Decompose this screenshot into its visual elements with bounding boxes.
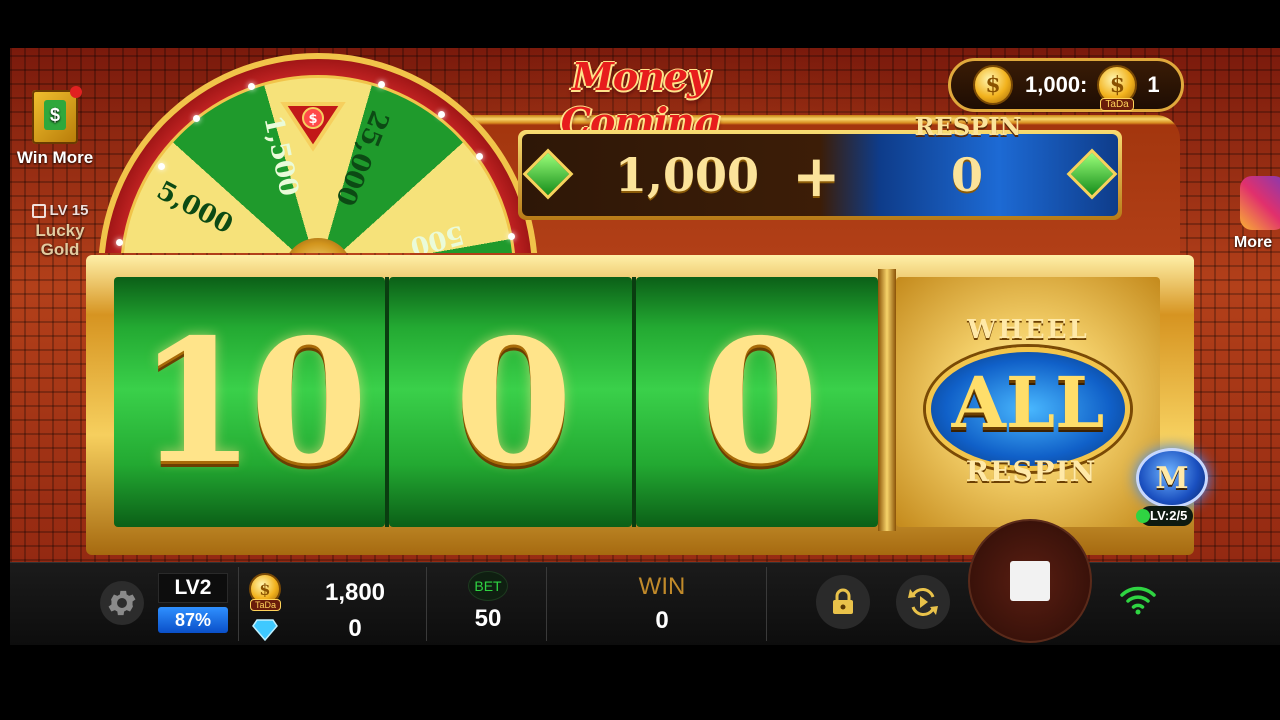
lock-button[interactable]	[816, 575, 870, 629]
balances: 1,800 0	[310, 575, 400, 647]
tada-tag: TaDa	[250, 599, 282, 611]
tada-coin-icon: $ TaDa	[1097, 65, 1138, 111]
game-title: Money Coming	[560, 54, 720, 144]
m-level-button[interactable]: M LV:2/5	[1132, 448, 1216, 532]
lucky-level: LV 15	[18, 202, 102, 219]
reels: 10 0 0	[114, 277, 879, 527]
tada-coin-icon: $ TaDa	[249, 573, 282, 611]
gem-icon	[522, 148, 574, 200]
respin-label: RESPIN	[914, 112, 1022, 141]
wheel-rim	[98, 53, 538, 253]
m-icon: M	[1136, 448, 1208, 508]
wheel-lamp	[116, 239, 123, 246]
diamond-icon	[252, 619, 278, 642]
coin-icon: $	[973, 65, 1013, 105]
tada-tag: TaDa	[1100, 98, 1134, 111]
lock-icon	[833, 588, 853, 614]
gem-icon	[1066, 148, 1118, 200]
lucky-gold-label: Lucky Gold	[35, 221, 85, 259]
wheel-lamp	[476, 153, 483, 160]
divider	[426, 567, 427, 641]
lock-icon	[31, 203, 46, 218]
win-label: WIN	[638, 573, 686, 600]
divider	[766, 567, 767, 641]
win-more-button[interactable]: Win More	[12, 86, 98, 168]
wheel-lamp	[248, 83, 255, 90]
bonus-bottom-text: RESPIN	[965, 455, 1097, 488]
player-level: LV2 87%	[158, 573, 228, 639]
bonus-main-text: ALL	[951, 361, 1105, 444]
gear-icon	[108, 590, 136, 616]
jackpot-count: 1	[1147, 72, 1160, 97]
jackpot-value: 1,000:	[1025, 72, 1088, 97]
wifi-icon	[1118, 583, 1158, 617]
settings-button[interactable]	[100, 581, 144, 625]
m-level-label: LV:2/5	[1135, 506, 1194, 526]
more-button[interactable]: More	[1226, 176, 1280, 252]
reel-2: 0	[389, 277, 636, 527]
respin-base-value: 1,000	[614, 148, 760, 202]
notification-dot	[70, 86, 82, 98]
level-progress: 87%	[158, 607, 228, 633]
wheel-pointer: $	[280, 100, 346, 152]
spin-stop-button[interactable]	[968, 519, 1092, 643]
divider	[238, 567, 239, 641]
stop-icon	[1010, 561, 1050, 601]
bet-control[interactable]: BET 50	[450, 571, 526, 633]
plus-icon: +	[792, 142, 841, 210]
autoplay-icon	[908, 588, 938, 616]
win-display: WIN 0	[618, 573, 706, 635]
money-icon	[32, 86, 82, 144]
reel-1: 10	[114, 277, 390, 527]
reel-frame: 10 0 0 WHEEL ALL RESPIN	[86, 255, 1194, 555]
jackpot-display: $ 1,000: $ TaDa 1	[948, 58, 1184, 112]
divider	[546, 567, 547, 641]
reel-symbol: 10	[137, 302, 368, 502]
wheel-lamp	[378, 81, 385, 88]
respin-panel: 1,000 + 0	[518, 130, 1122, 220]
respin-panel-inner: 1,000 + 0	[522, 134, 1118, 216]
coin-balance: 1,800	[324, 579, 386, 606]
game-stage: 5,000 1,500 25,000 500 $ Money Coming $ …	[10, 48, 1280, 645]
bonus-reel: WHEEL ALL RESPIN	[896, 277, 1160, 527]
reel-pillar	[878, 269, 896, 531]
respin-bonus-value: 0	[950, 148, 983, 202]
bonus-top-text: WHEEL	[967, 315, 1089, 345]
reel-symbol: 0	[700, 302, 819, 502]
wheel-lamp	[438, 111, 445, 118]
balance-icons: $ TaDa	[246, 573, 284, 642]
bet-label: BET	[468, 571, 508, 601]
pointer-symbol: $	[308, 112, 317, 127]
auto-spin-button[interactable]	[896, 575, 950, 629]
wheel-lamp	[193, 115, 200, 122]
level-label: LV2	[158, 573, 228, 603]
instagram-icon	[1240, 176, 1280, 230]
lucky-gold-button[interactable]: LV 15 Lucky Gold	[18, 180, 102, 259]
reel-3: 0	[635, 277, 879, 527]
bottom-bar: LV2 87% $ TaDa 1,800 0 BET 50 WIN 0	[10, 519, 1280, 647]
wheel-lamp	[508, 233, 515, 240]
win-more-label: Win More	[16, 148, 94, 167]
prize-wheel: 5,000 1,500 25,000 500	[98, 53, 538, 253]
gem-balance: 0	[348, 615, 362, 642]
reel-symbol: 0	[454, 302, 572, 502]
wheel-lamp	[158, 163, 165, 170]
lucky-level-label: LV 15	[49, 202, 89, 219]
bet-value: 50	[474, 605, 502, 632]
win-value: 0	[655, 607, 669, 634]
more-label: More	[1233, 234, 1273, 251]
